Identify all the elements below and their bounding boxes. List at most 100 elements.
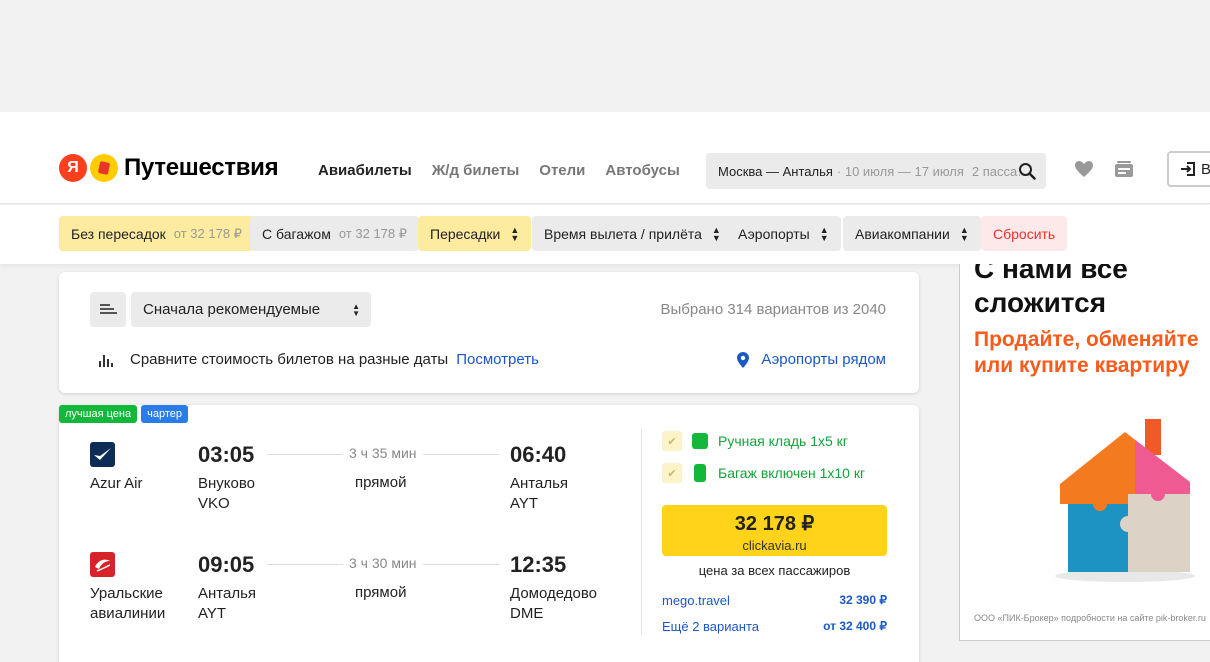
sort-select[interactable]: Сначала рекомендуемые ▲ ▼ — [131, 292, 371, 327]
compare-dates: Сравните стоимость билетов на разные дат… — [98, 351, 539, 368]
outbound-stops: прямой — [355, 474, 407, 491]
filter-time-dropdown[interactable]: Время вылета / прилёта ▲ ▼ — [532, 216, 733, 251]
filters-bar: Без пересадок от 32 178 ₽ С багажом от 3… — [0, 205, 1210, 264]
price-divider — [641, 429, 642, 635]
outbound-departure-code: VKO — [198, 495, 230, 512]
bar-chart-icon — [99, 354, 113, 367]
updown-arrow-icon: ▲ ▼ — [510, 224, 520, 243]
filter-baggage-price: от 32 178 ₽ — [338, 225, 408, 241]
more-offers-link[interactable]: Ещё 2 варианта от 32 400 ₽ — [662, 619, 887, 634]
alternative-price: 32 390 ₽ — [839, 593, 887, 607]
search-summary[interactable]: Москва — Анталья · 10 июля — 17 июля 2 п… — [706, 153, 1046, 189]
outbound-arrival-code: AYT — [510, 495, 539, 512]
updown-arrow-icon: ▲ ▼ — [711, 224, 721, 243]
outbound-departure-city: Внуково — [198, 475, 256, 492]
check-icon: ✔ — [662, 463, 682, 483]
results-count: Выбрано 314 вариантов из 2040 — [660, 301, 886, 318]
filter-baggage[interactable]: С багажом от 32 178 ₽ — [250, 216, 420, 251]
suitcase-icon — [694, 464, 706, 482]
filter-nonstop[interactable]: Без пересадок от 32 178 ₽ — [59, 216, 254, 251]
flight-result-card[interactable]: Azur Air 03:05 Внуково VKO 3 ч 35 мин пр… — [59, 405, 919, 662]
outbound-airline: Azur Air — [90, 475, 143, 492]
outbound-departure-time: 03:05 — [198, 442, 255, 467]
check-icon: ✔ — [662, 431, 682, 451]
outbound-arrival-time: 06:40 — [510, 442, 567, 467]
yandex-logo-icon: Я — [59, 154, 87, 182]
logo-text: Путешествия — [124, 154, 279, 181]
favorites-heart-icon[interactable] — [1073, 158, 1095, 180]
header: Я Путешествия Авиабилеты Ж/д билеты Отел… — [0, 112, 1210, 204]
outbound-segment: Azur Air 03:05 Внуково VKO 3 ч 35 мин пр… — [59, 442, 639, 532]
alternative-seller: mego.travel — [662, 593, 730, 608]
charter-badge: чартер — [141, 405, 188, 423]
inbound-segment: Уральские авиалинии 09:05 Анталья AYT 3 … — [59, 552, 639, 642]
outbound-duration: 3 ч 35 мин — [343, 445, 423, 461]
baggage-label: Багаж включен 1х10 кг — [718, 465, 866, 481]
location-pin-icon — [737, 351, 750, 368]
nearby-airports-label: Аэропорты рядом — [761, 351, 886, 368]
search-dates: · 10 июля — 17 июля — [836, 163, 964, 179]
seller-name: clickavia.ru — [742, 538, 807, 553]
sort-lines-icon — [100, 304, 117, 314]
result-badges: лучшая цена чартер — [59, 405, 188, 423]
travel-bag-icon — [90, 154, 118, 182]
puzzle-house-image — [1055, 419, 1195, 582]
alternative-offer[interactable]: mego.travel 32 390 ₽ — [662, 593, 887, 608]
filter-nonstop-price: от 32 178 ₽ — [173, 225, 242, 241]
sort-toggle-button[interactable] — [90, 292, 126, 327]
azur-air-logo-icon — [90, 442, 115, 467]
nav-item-flights[interactable]: Авиабилеты — [318, 162, 412, 179]
login-button[interactable]: В — [1167, 151, 1210, 187]
filter-time-label: Время вылета / прилёта — [544, 225, 702, 242]
more-offers-price: от 32 400 ₽ — [823, 619, 887, 633]
login-label: В — [1201, 160, 1210, 178]
inbound-arrival-city: Домодедово — [510, 585, 597, 602]
trips-icon[interactable] — [1113, 158, 1135, 180]
ural-airlines-logo-icon — [90, 552, 115, 577]
outbound-arrival-city: Анталья — [510, 475, 569, 492]
price-note: цена за всех пассажиров — [698, 563, 851, 578]
filter-baggage-label: С багажом — [262, 225, 331, 242]
more-offers-label: Ещё 2 варианта — [662, 619, 759, 634]
compare-link[interactable]: Посмотреть — [456, 351, 539, 368]
outbound-arrival-place: Анталья AYT — [510, 474, 568, 514]
ad-legal-text: ООО «ПИК-Брокер» подробности на сайте pi… — [974, 613, 1206, 623]
main-nav: Авиабилеты Ж/д билеты Отели Автобусы — [318, 162, 680, 179]
logo[interactable]: Я Путешествия — [59, 154, 279, 182]
inbound-duration: 3 ч 30 мин — [343, 555, 423, 571]
inbound-stops: прямой — [355, 584, 407, 601]
hand-luggage-info: ✔ Ручная кладь 1х5 кг — [662, 431, 848, 451]
search-icon[interactable] — [1018, 162, 1036, 180]
filter-airlines-dropdown[interactable]: Авиакомпании ▲ ▼ — [843, 216, 981, 251]
hand-luggage-label: Ручная кладь 1х5 кг — [718, 433, 848, 449]
compare-text: Сравните стоимость билетов на разные дат… — [130, 351, 449, 368]
filter-transfers-dropdown[interactable]: Пересадки ▲ ▼ — [418, 216, 532, 251]
advertisement-banner[interactable]: С нами все сложится Продайте, обменяйте … — [959, 264, 1210, 641]
nearby-airports-link[interactable]: Аэропорты рядом — [737, 351, 886, 368]
filter-transfers-label: Пересадки — [430, 225, 501, 242]
nav-item-hotels[interactable]: Отели — [539, 162, 585, 179]
inbound-arrival-time: 12:35 — [510, 552, 567, 577]
inbound-departure-time: 09:05 — [198, 552, 255, 577]
inbound-arrival-code: DME — [510, 605, 544, 622]
ad-subline: Продайте, обменяйте или купите квартиру — [974, 328, 1199, 377]
best-price-badge: лучшая цена — [59, 405, 138, 423]
sort-selected-value: Сначала рекомендуемые — [143, 301, 321, 318]
outbound-departure-place: Внуково VKO — [198, 474, 255, 514]
filter-airlines-label: Авиакомпании — [855, 225, 950, 242]
updown-arrow-icon: ▲ ▼ — [959, 224, 969, 243]
filter-airports-dropdown[interactable]: Аэропорты ▲ ▼ — [726, 216, 841, 251]
ticket-price: 32 178 ₽ — [734, 513, 815, 535]
nav-item-trains[interactable]: Ж/д билеты — [432, 162, 520, 179]
inbound-departure-code: AYT — [198, 605, 227, 622]
reset-filters-button[interactable]: Сбросить — [981, 216, 1068, 251]
updown-arrow-icon: ▲ ▼ — [352, 302, 360, 318]
inbound-departure-place: Анталья AYT — [198, 584, 256, 624]
sort-panel: Сначала рекомендуемые ▲ ▼ Выбрано 314 вар… — [59, 272, 919, 393]
nav-item-buses[interactable]: Автобусы — [605, 162, 679, 179]
inbound-arrival-place: Домодедово DME — [510, 584, 597, 624]
buy-button[interactable]: 32 178 ₽ clickavia.ru — [662, 505, 887, 556]
updown-arrow-icon: ▲ ▼ — [819, 224, 829, 243]
filter-airports-label: Аэропорты — [738, 225, 810, 242]
inbound-departure-city: Анталья — [198, 585, 257, 602]
